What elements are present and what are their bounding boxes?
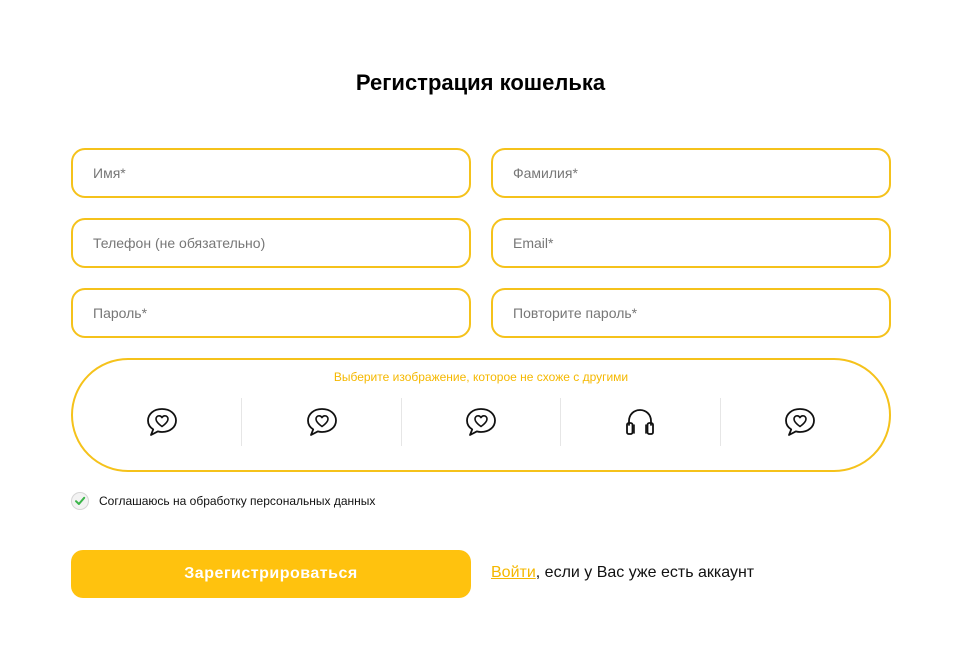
captcha-option-4[interactable]	[561, 398, 721, 446]
captcha-option-2[interactable]	[242, 398, 402, 446]
checkmark-icon	[75, 496, 86, 505]
consent-checkbox[interactable]	[71, 492, 89, 510]
image-captcha: Выберите изображение, которое не схоже с…	[71, 358, 891, 472]
captcha-option-5[interactable]	[721, 398, 879, 446]
password-field[interactable]	[71, 288, 471, 338]
page-title: Регистрация кошелька	[355, 70, 606, 95]
captcha-option-3[interactable]	[402, 398, 562, 446]
phone-field[interactable]	[71, 218, 471, 268]
heart-speech-bubble-icon	[784, 408, 815, 436]
consent-label: Соглашаюсь на обработку персональных дан…	[99, 494, 376, 508]
heart-speech-bubble-icon	[147, 408, 178, 436]
heart-speech-bubble-icon	[306, 408, 337, 436]
email-input[interactable]	[493, 220, 889, 266]
phone-input[interactable]	[73, 220, 469, 266]
register-button[interactable]: Зарегистрироваться	[71, 550, 471, 598]
last-name-field[interactable]	[491, 148, 891, 198]
login-link[interactable]: Войти	[491, 564, 536, 581]
email-field[interactable]	[491, 218, 891, 268]
login-prompt-text: , если у Вас уже есть аккаунт	[535, 564, 755, 581]
first-name-field[interactable]	[71, 148, 471, 198]
last-name-input[interactable]	[493, 150, 889, 196]
captcha-option-1[interactable]	[83, 398, 243, 446]
captcha-label: Выберите изображение, которое не схоже с…	[333, 370, 629, 384]
password-repeat-input[interactable]	[493, 290, 889, 336]
captcha-options	[83, 398, 879, 446]
headphones-icon	[626, 409, 655, 435]
login-prompt: Войти, если у Вас уже есть аккаунт	[491, 564, 754, 582]
consent-checkbox-row[interactable]: Соглашаюсь на обработку персональных дан…	[71, 492, 375, 510]
password-input[interactable]	[73, 290, 469, 336]
heart-speech-bubble-icon	[466, 408, 496, 436]
password-repeat-field[interactable]	[491, 288, 891, 338]
first-name-input[interactable]	[73, 150, 469, 196]
